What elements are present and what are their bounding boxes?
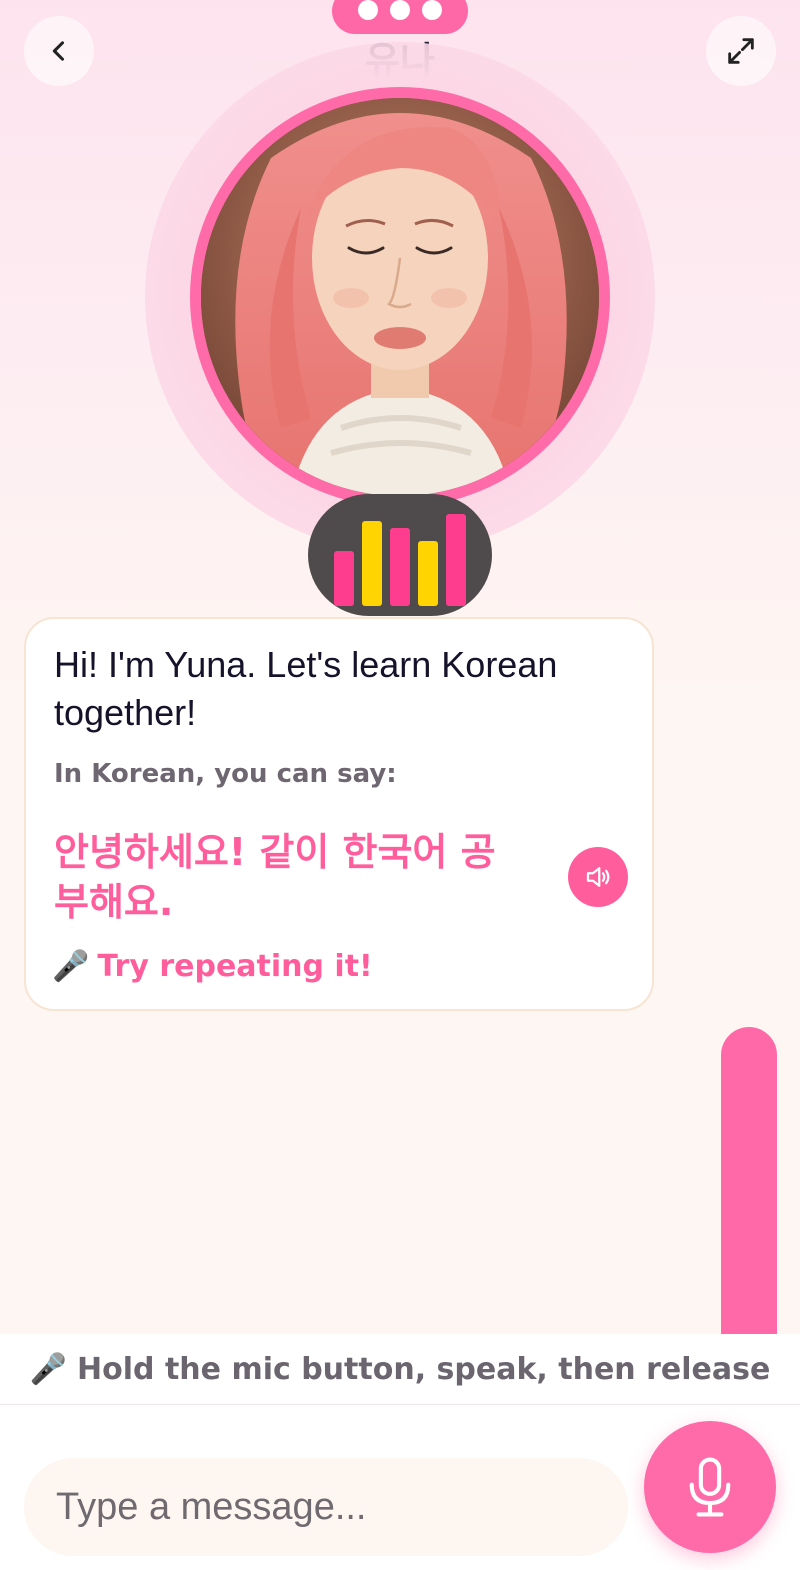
audio-bar <box>446 514 466 606</box>
message-card: Hi! I'm Yuna. Let's learn Korean togethe… <box>24 617 654 1011</box>
speaker-icon <box>586 867 610 887</box>
audio-bar <box>390 528 410 606</box>
avatar <box>190 87 610 507</box>
expand-icon <box>728 38 754 64</box>
mic-button[interactable] <box>644 1421 776 1553</box>
dot <box>422 0 442 20</box>
dot <box>358 0 378 20</box>
audio-bar <box>334 551 354 606</box>
dot <box>390 0 410 20</box>
microphone-emoji-icon: 🎤 <box>29 1351 68 1387</box>
audio-level-indicator <box>308 494 492 616</box>
scrollbar[interactable] <box>721 1027 777 1357</box>
microphone-emoji-icon: 🎤 <box>52 949 90 984</box>
expand-button[interactable] <box>706 16 776 86</box>
audio-bars-icon <box>334 514 466 606</box>
more-menu-button[interactable] <box>332 0 468 34</box>
repeat-hint: 🎤 Try repeating it! <box>52 949 373 984</box>
message-input[interactable] <box>24 1458 628 1556</box>
instruction-bar: 🎤 Hold the mic button, speak, then relea… <box>0 1334 800 1405</box>
korean-phrase: 안녕하세요! 같이 한국어 공부해요. <box>54 830 496 924</box>
microphone-icon <box>689 1457 731 1517</box>
instruction-text: Hold the mic button, speak, then release <box>77 1351 771 1387</box>
play-audio-button[interactable] <box>568 847 628 907</box>
audio-bar <box>418 541 438 606</box>
avatar-image <box>201 98 599 496</box>
repeat-hint-text: Try repeating it! <box>97 949 373 984</box>
audio-bar <box>362 521 382 606</box>
greeting-text: Hi! I'm Yuna. Let's learn Korean togethe… <box>54 644 558 733</box>
prompt-text: In Korean, you can say: <box>54 759 397 789</box>
